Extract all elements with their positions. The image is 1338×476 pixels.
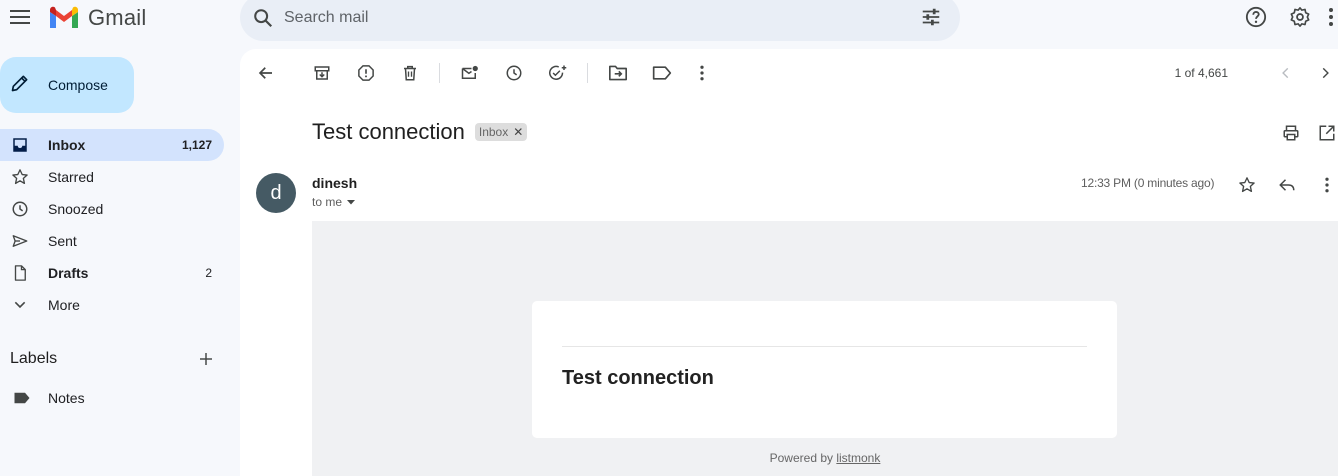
draft-count: 2 (205, 266, 212, 280)
mark-unread-icon[interactable] (458, 61, 482, 85)
help-icon[interactable] (1244, 5, 1268, 29)
listmonk-link[interactable]: listmonk (836, 451, 880, 465)
search-input[interactable] (284, 7, 884, 29)
sender-avatar[interactable]: d (256, 173, 296, 213)
add-label-icon[interactable] (196, 349, 216, 369)
message-subject: Test connection (312, 119, 465, 144)
message-more-icon[interactable] (1315, 173, 1338, 197)
email-body: Test connection Powered by listmonk (312, 221, 1338, 476)
snooze-clock-icon[interactable] (502, 61, 526, 85)
move-to-folder-icon[interactable] (606, 61, 630, 85)
message-view: 1 of 4,661 Test connection Inbox ✕ d din… (240, 49, 1338, 476)
gmail-wordmark: Gmail (88, 5, 147, 30)
sidebar-item-inbox[interactable]: Inbox 1,127 (0, 129, 224, 161)
sidebar-item-label: Sent (48, 233, 77, 249)
sidebar-nav: Inbox 1,127 Starred Snoozed Sent Drafts … (0, 129, 224, 321)
unread-count: 1,127 (181, 138, 212, 152)
open-in-new-window-icon[interactable] (1315, 121, 1338, 145)
sidebar-label-notes[interactable]: Notes (0, 382, 224, 414)
compose-button[interactable]: Compose (0, 57, 134, 113)
chevron-down-icon (10, 295, 30, 315)
reply-icon[interactable] (1275, 173, 1299, 197)
email-footer: Powered by listmonk (312, 451, 1338, 465)
label-icon (12, 388, 32, 408)
search-bar (240, 0, 960, 41)
sidebar-label-text: Notes (48, 390, 85, 406)
sidebar-item-snoozed[interactable]: Snoozed (0, 193, 224, 225)
subject-row: Test connection Inbox ✕ (312, 119, 528, 145)
inbox-label-chip[interactable]: Inbox ✕ (474, 123, 528, 141)
top-right-actions (1224, 5, 1338, 29)
message-toolbar: 1 of 4,661 (240, 49, 1338, 97)
older-chevron-right-icon[interactable] (1313, 61, 1337, 85)
sidebar-item-label: Snoozed (48, 201, 104, 217)
sidebar-item-sent[interactable]: Sent (0, 225, 224, 257)
send-icon (10, 231, 30, 251)
sidebar-item-label: Starred (48, 169, 94, 185)
settings-gear-icon[interactable] (1288, 5, 1312, 29)
draft-icon (10, 263, 30, 283)
remove-label-icon[interactable]: ✕ (513, 125, 523, 139)
gmail-logo[interactable]: Gmail (48, 5, 146, 31)
gmail-m-icon (50, 6, 78, 28)
toolbar-divider (587, 63, 588, 83)
search-icon[interactable] (252, 7, 274, 34)
email-heading: Test connection (562, 367, 714, 389)
content-divider (562, 346, 1087, 347)
sidebar-item-label: Drafts (48, 265, 89, 281)
sender-name[interactable]: dinesh (312, 175, 357, 191)
email-content-card: Test connection (532, 301, 1117, 438)
sidebar-item-more[interactable]: More (0, 289, 224, 321)
more-actions-icon[interactable] (690, 61, 714, 85)
top-bar: Gmail (0, 0, 1338, 41)
labels-title: Labels (10, 350, 58, 367)
compose-label: Compose (48, 77, 108, 93)
inbox-icon (10, 135, 30, 155)
star-message-icon[interactable] (1235, 173, 1259, 197)
label-as-icon[interactable] (650, 61, 674, 85)
recipient-details[interactable]: to me (312, 195, 356, 209)
toolbar-divider (439, 63, 440, 83)
sidebar-item-starred[interactable]: Starred (0, 161, 224, 193)
main-menu-icon[interactable] (8, 5, 32, 29)
sidebar-item-drafts[interactable]: Drafts 2 (0, 257, 224, 289)
caret-down-icon (347, 200, 356, 205)
report-spam-icon[interactable] (354, 61, 378, 85)
sidebar-item-label: Inbox (48, 137, 86, 153)
message-timestamp: 12:33 PM (0 minutes ago) (1081, 176, 1215, 190)
pencil-icon (10, 73, 30, 98)
search-options-icon[interactable] (920, 6, 942, 33)
apps-more-icon[interactable] (1328, 5, 1338, 29)
gmail-app: Gmail C (0, 0, 1338, 476)
recipient-text: to me (312, 195, 343, 209)
back-arrow-icon[interactable] (254, 61, 278, 85)
print-icon[interactable] (1279, 121, 1303, 145)
labels-section-header: Labels (10, 350, 216, 370)
chip-label: Inbox (478, 125, 509, 139)
pagination-count: 1 of 4,661 (1174, 66, 1228, 80)
footer-text: Powered by (769, 451, 833, 465)
delete-trash-icon[interactable] (398, 61, 422, 85)
newer-chevron-left-icon[interactable] (1274, 61, 1298, 85)
archive-icon[interactable] (310, 61, 334, 85)
star-icon (10, 167, 30, 187)
sidebar-item-label: More (48, 297, 80, 313)
clock-icon (10, 199, 30, 219)
sidebar: Compose Inbox 1,127 Starred Snoozed Sent… (0, 40, 240, 476)
add-to-tasks-icon[interactable] (546, 61, 570, 85)
